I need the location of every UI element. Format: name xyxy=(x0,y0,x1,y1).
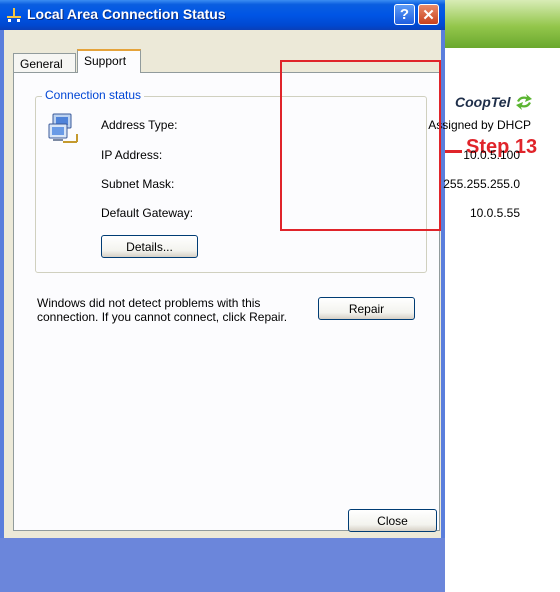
diagnostic-message: Windows did not detect problems with thi… xyxy=(37,296,288,324)
brand-logo: CoopTel xyxy=(455,92,560,112)
title-bar[interactable]: Local Area Connection Status ? ✕ xyxy=(0,0,445,30)
connection-status-title: Connection status xyxy=(42,88,145,102)
tab-general[interactable]: General xyxy=(13,53,76,72)
close-window-button[interactable]: ✕ xyxy=(418,4,439,25)
network-connection-icon xyxy=(7,8,21,22)
ip-address-label: IP Address: xyxy=(101,148,163,162)
step-pointer-line xyxy=(442,150,462,153)
brand-name: CoopTel xyxy=(455,94,511,110)
details-button[interactable]: Details... xyxy=(101,235,198,258)
help-button[interactable]: ? xyxy=(394,4,415,25)
desktop-background xyxy=(0,538,445,592)
address-type-value: Assigned by DHCP xyxy=(428,118,531,132)
window-title: Local Area Connection Status xyxy=(27,6,226,22)
slide-background xyxy=(445,0,560,592)
subnet-mask-label: Subnet Mask: xyxy=(101,177,175,191)
default-gateway-value: 10.0.5.55 xyxy=(469,206,520,220)
default-gateway-label: Default Gateway: xyxy=(101,206,194,220)
subnet-mask-value: 255.255.255.0 xyxy=(443,177,520,191)
repair-button[interactable]: Repair xyxy=(318,297,415,320)
address-type-label: Address Type: xyxy=(101,118,178,132)
network-computer-icon xyxy=(48,113,78,143)
close-button[interactable]: Close xyxy=(348,509,437,532)
ip-address-value: 10.0.5.100 xyxy=(463,148,520,162)
cooptel-logo-icon xyxy=(516,94,533,110)
tab-support[interactable]: Support xyxy=(77,49,141,73)
slide-header-band xyxy=(445,0,560,48)
connection-status-group xyxy=(35,96,427,273)
